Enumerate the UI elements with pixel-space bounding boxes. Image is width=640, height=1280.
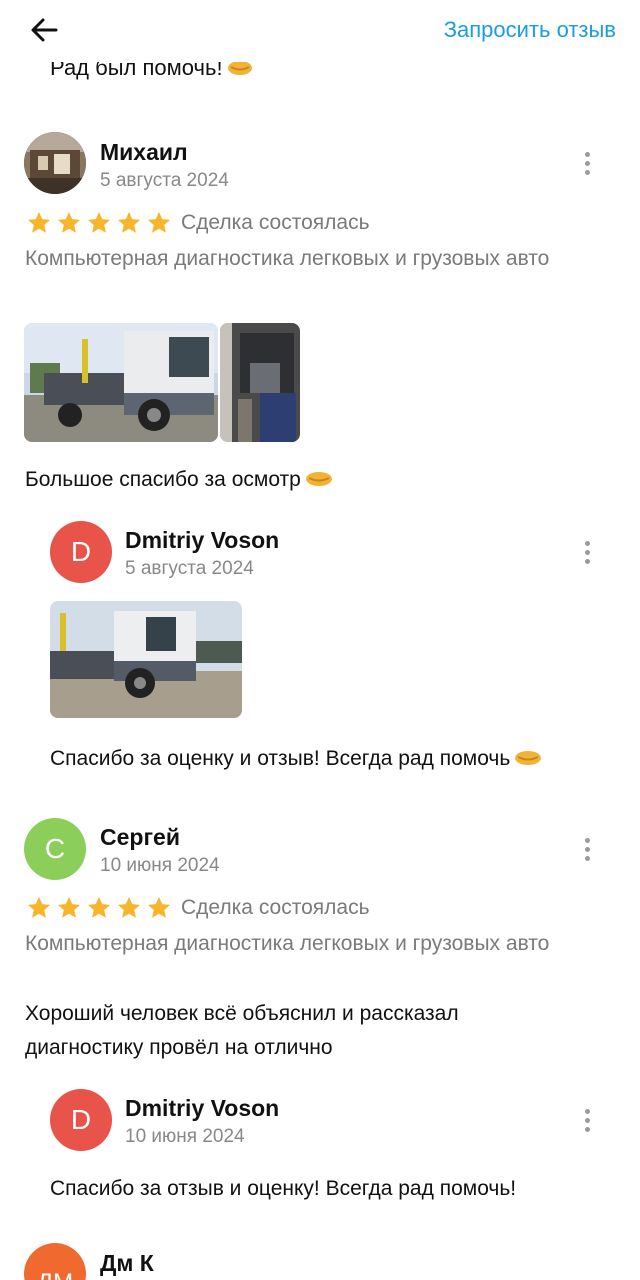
reply-author: Dmitriy Voson	[125, 1095, 280, 1121]
star-icon	[57, 211, 81, 233]
star-icon	[27, 211, 51, 233]
avatar[interactable]: С	[24, 818, 86, 880]
handshake-icon	[305, 466, 333, 500]
star-icon	[117, 211, 141, 233]
more-options-button[interactable]	[575, 1105, 599, 1135]
star-icon	[147, 896, 171, 918]
top-bar: Запросить отзыв	[0, 0, 640, 62]
handshake-icon	[227, 60, 253, 85]
review-date: 5 августа 2024	[100, 170, 229, 191]
service-name: Компьютерная диагностика легковых и груз…	[25, 932, 550, 955]
more-options-button[interactable]	[575, 537, 599, 567]
review-author: Дм К	[100, 1250, 154, 1276]
reply-text: Спасибо за отзыв и оценку! Всегда рад по…	[50, 1177, 517, 1200]
review-author: Сергей	[100, 824, 180, 850]
more-options-button[interactable]	[575, 834, 599, 864]
avatar[interactable]	[24, 132, 86, 194]
dot-icon	[584, 540, 590, 546]
dot-icon	[584, 1108, 590, 1114]
reply-date: 10 июня 2024	[125, 1126, 245, 1147]
request-review-link[interactable]: Запросить отзыв	[444, 17, 616, 43]
dot-icon	[584, 837, 590, 843]
deal-status: Сделка состоялась	[181, 211, 370, 234]
service-name: Компьютерная диагностика легковых и груз…	[25, 247, 550, 270]
review-photo[interactable]	[220, 323, 300, 442]
dot-icon	[584, 160, 590, 166]
rating-stars	[26, 895, 172, 921]
avatar[interactable]: ДМ	[24, 1243, 86, 1280]
dot-icon	[584, 549, 590, 555]
arrow-left-icon	[31, 18, 58, 42]
previous-reply-text: Рад был помочь!	[50, 60, 253, 86]
dot-icon	[584, 855, 590, 861]
review-photo[interactable]	[24, 323, 218, 442]
review-author: Михаил	[100, 139, 188, 165]
star-icon	[147, 211, 171, 233]
back-button[interactable]	[26, 12, 62, 48]
dot-icon	[584, 151, 590, 157]
star-icon	[27, 896, 51, 918]
star-icon	[117, 896, 141, 918]
reply-avatar[interactable]: D	[50, 1089, 112, 1151]
deal-status: Сделка состоялась	[181, 896, 370, 919]
star-icon	[87, 896, 111, 918]
review-text: Большое спасибо за осмотр	[25, 463, 615, 500]
reply-date: 5 августа 2024	[125, 558, 254, 579]
dot-icon	[584, 846, 590, 852]
star-icon	[87, 211, 111, 233]
dot-icon	[584, 558, 590, 564]
dot-icon	[584, 169, 590, 175]
reply-avatar[interactable]: D	[50, 521, 112, 583]
dot-icon	[584, 1126, 590, 1132]
review-text: Хороший человек всё объяснил и рассказал…	[25, 1002, 459, 1059]
rating-stars	[26, 210, 172, 236]
review-date: 10 июня 2024	[100, 855, 220, 876]
star-icon	[57, 896, 81, 918]
reply-author: Dmitriy Voson	[125, 527, 280, 553]
reply-photo[interactable]	[50, 601, 242, 718]
reply-text: Спасибо за оценку и отзыв! Всегда рад по…	[50, 742, 625, 779]
handshake-icon	[514, 745, 542, 779]
more-options-button[interactable]	[575, 148, 599, 178]
dot-icon	[584, 1117, 590, 1123]
